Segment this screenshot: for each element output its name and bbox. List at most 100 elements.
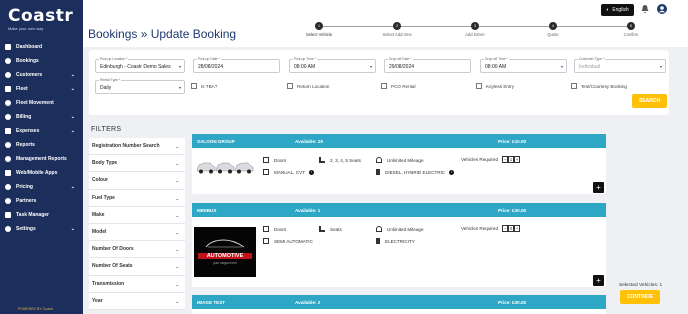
filter-registration-number-search[interactable]: Registration Number Search ⌄ [89, 138, 185, 156]
bookings-icon [5, 58, 11, 64]
sidebar-item-fleet-movement[interactable]: Fleet Movement [0, 96, 83, 110]
step-label: Select Vehicle [305, 32, 333, 37]
chevron-down-icon: ⌄ [70, 128, 75, 134]
sidebar-item-bookings[interactable]: Bookings [0, 54, 83, 68]
vehicle-card: SALOON GROUP Available: 29 Price: £10.00… [192, 134, 606, 194]
add-vehicle-button[interactable]: + [593, 275, 604, 286]
user-avatar-icon[interactable] [657, 4, 667, 14]
filter-colour[interactable]: Colour ⌄ [89, 172, 185, 190]
pickup-date-label: Pick-up Date * [197, 57, 221, 61]
pricing-icon [5, 184, 11, 190]
vehicle-card-header: IMAGE TEST Available: 2 Price: £30.00 [192, 295, 606, 309]
filter-year[interactable]: Year ⌄ [89, 292, 185, 310]
fuel-feature: ELECTRICITY [376, 238, 415, 244]
pickup-location-label: Pick-up Location * [99, 57, 129, 61]
reports-icon [5, 142, 11, 148]
sidebar-item-expenses[interactable]: Expenses ⌄ [0, 124, 83, 138]
language-label: English [612, 7, 629, 13]
brand-logo[interactable]: Coastr Make your own way [8, 8, 78, 34]
rental-type-select[interactable]: Rental Type * Daily ▾ [95, 78, 185, 94]
sidebar-item-billing[interactable]: Billing ⌄ [0, 110, 83, 124]
quantity-stepper: −1 + [502, 156, 521, 163]
sidebar-item-task-manager[interactable]: Task Manager [0, 208, 83, 222]
chevron-down-icon: ⌄ [175, 161, 179, 167]
search-button[interactable]: SEARCH [632, 94, 667, 108]
checkbox-box [287, 83, 293, 89]
step-number: 5 [627, 22, 635, 30]
sidebar-item-management-reports[interactable]: Management Reports [0, 152, 83, 166]
selected-vehicles-count: Selected Vehicles: 1 [619, 283, 663, 288]
sidebar-item-customers[interactable]: Customers ⌄ [0, 68, 83, 82]
rental-type-value: Daily [100, 85, 112, 91]
increment-button[interactable]: + [514, 156, 521, 163]
sidebar-item-label: Billing [16, 114, 32, 120]
filter-number-of-seats[interactable]: Number Of Seats ⌄ [89, 258, 185, 276]
is-tba-checkbox[interactable]: Is TBA? [191, 83, 217, 89]
vehicles-required: Vehicles Required −1 + [461, 156, 521, 163]
fuel-feature: DIESEL, HYBRID ELECTRIC i [376, 169, 455, 175]
seat-icon [319, 226, 325, 232]
transmission-feature: SEMI AUTOMATIC [263, 238, 313, 244]
seats-label: Seats [330, 226, 342, 232]
doors-label: Doors [274, 226, 287, 232]
doors-feature: Doors [263, 226, 286, 232]
sidebar-item-label: Partners [16, 198, 37, 204]
brand-name: Coastr [8, 6, 74, 26]
info-icon[interactable]: i [308, 169, 314, 175]
filter-label: Make [92, 211, 105, 218]
customer-type-select[interactable]: Customer Type * Individual ▾ [574, 57, 666, 73]
chevron-down-icon: ⌄ [70, 114, 75, 120]
fleet-icon [5, 86, 11, 92]
increment-button[interactable]: + [514, 225, 521, 232]
dropoff-date-field[interactable]: Drop-off Date * 29/08/2024 [384, 57, 471, 73]
pickup-time-select[interactable]: Pick-up Time * 08:00 AM ▾ [289, 57, 376, 73]
dropoff-date-label: Drop-off Date * [388, 57, 413, 61]
keyless-entry-checkbox[interactable]: Keyless Entry [476, 83, 514, 89]
sidebar-item-settings[interactable]: Settings ⌄ [0, 222, 83, 236]
sidebar-item-web-mobile-apps[interactable]: Web/Mobile Apps [0, 166, 83, 180]
info-icon[interactable]: i [449, 169, 455, 175]
filter-fuel-type[interactable]: Fuel Type ⌄ [89, 189, 185, 207]
filter-transmission[interactable]: Transmission ⌄ [89, 275, 185, 293]
step-label: Add Driver [465, 32, 485, 37]
pickup-location-select[interactable]: Pick-up Location * Edinburgh - Coastr De… [95, 57, 185, 73]
sidebar-item-partners[interactable]: Partners [0, 194, 83, 208]
return-location-checkbox[interactable]: Return Location [287, 83, 329, 89]
customer-type-value: Individual [579, 64, 601, 70]
pco-rental-checkbox[interactable]: PCO Rental [381, 83, 416, 89]
seats-label: 2, 3, 4, 5 Seats [330, 157, 361, 163]
filter-model[interactable]: Model ⌄ [89, 223, 185, 242]
sidebar-item-pricing[interactable]: Pricing ⌄ [0, 180, 83, 194]
sidebar-item-label: Dashboard [16, 44, 43, 50]
bell-icon[interactable] [640, 4, 650, 14]
filter-number-of-doors[interactable]: Number Of Doors ⌄ [89, 241, 185, 259]
sidebar-nav: Dashboard Bookings Customers ⌄ Fleet ⌄ Fleet M… [0, 40, 83, 236]
sidebar-item-fleet[interactable]: Fleet ⌄ [0, 82, 83, 96]
checkbox-box [571, 83, 577, 89]
filter-label: Colour [92, 177, 109, 184]
fuel-pump-icon [376, 169, 380, 175]
sidebar-item-reports[interactable]: Reports [0, 138, 83, 152]
pickup-date-value: 28/08/2024 [198, 64, 224, 70]
sidebar-item-dashboard[interactable]: Dashboard [0, 40, 83, 54]
dropoff-date-value: 29/08/2024 [389, 64, 415, 70]
pickup-date-field[interactable]: Pick-up Date * 28/08/2024 [193, 57, 280, 73]
add-vehicle-button[interactable]: + [593, 182, 604, 193]
language-button[interactable]: ◐ English [601, 4, 634, 16]
filters-list: Registration Number Search ⌄ Body Type ⌄ Col… [89, 138, 185, 310]
vehicle-available: Available: 1 [295, 208, 321, 213]
filter-body-type[interactable]: Body Type ⌄ [89, 155, 185, 173]
pickup-time-label: Pick-up Time * [293, 57, 317, 61]
mileage-label: Unlimited Mileage [387, 226, 424, 232]
sidebar-item-label: Fleet [16, 86, 28, 92]
gearbox-icon [263, 238, 269, 244]
continue-button[interactable]: CONTINUE [620, 290, 660, 304]
step-2: 2 Select Add-Ons [377, 22, 417, 37]
filter-make[interactable]: Make ⌄ [89, 206, 185, 224]
pickup-time-value: 08:00 AM [294, 64, 316, 70]
test-courtesy-checkbox[interactable]: Test/Courtesy Booking [571, 83, 627, 89]
dropoff-time-select[interactable]: Drop-off Time * 08:00 AM ▾ [480, 57, 567, 73]
filter-label: Registration Number Search [92, 143, 160, 150]
test-courtesy-label: Test/Courtesy Booking [581, 83, 627, 89]
customer-type-label: Customer Type * [578, 57, 606, 61]
